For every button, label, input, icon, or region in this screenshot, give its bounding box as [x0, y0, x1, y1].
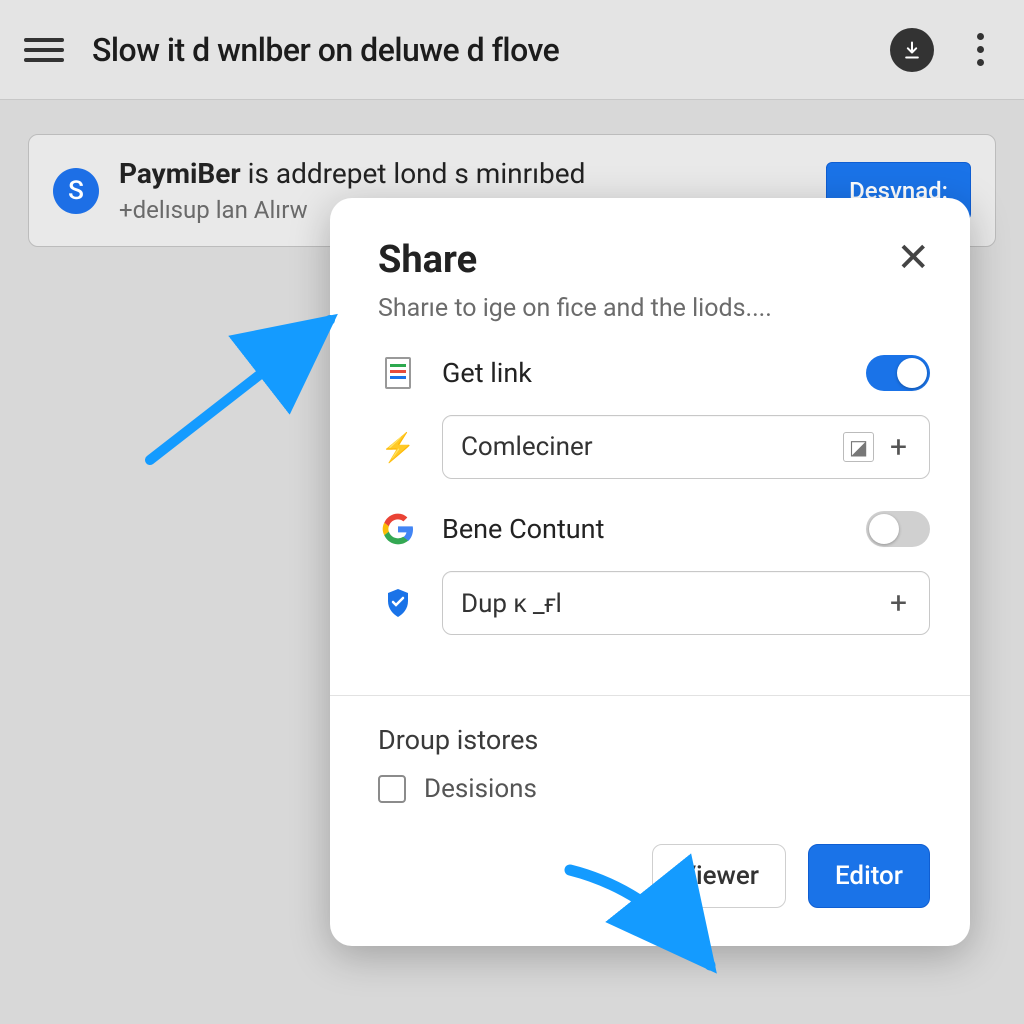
add-icon[interactable]: +: [886, 430, 911, 465]
section-label: Droup istores: [378, 724, 930, 756]
bene-row: Bene Contunt: [378, 509, 930, 549]
dialog-subtitle: Sharıe to ige on fice and the liods....: [378, 294, 930, 323]
card-line1: PaymiBer is addrepet lond s minrıbed: [119, 157, 826, 190]
share-dialog: Share ✕ Sharıe to ige on fice and the li…: [330, 198, 970, 946]
annotation-arrow-1: [130, 280, 360, 480]
recipient-row-1: ⚡ Comleciner ◪ +: [378, 415, 930, 479]
shield-icon: [378, 583, 418, 623]
recipient-row-2: Dup ᴋ _ғl +: [378, 571, 930, 635]
badge-icon: ◪: [843, 432, 874, 462]
menu-icon[interactable]: [24, 30, 64, 70]
avatar: S: [53, 168, 99, 214]
download-icon[interactable]: [890, 28, 934, 72]
bolt-icon: ⚡: [378, 427, 418, 467]
add-icon[interactable]: +: [886, 586, 911, 621]
bene-label: Bene Contunt: [442, 513, 842, 545]
editor-button[interactable]: Editor: [808, 844, 930, 908]
page-title: Slow it d wnlber on deluwe d flove: [92, 31, 890, 69]
google-icon: [378, 509, 418, 549]
kebab-menu-icon[interactable]: [960, 30, 1000, 70]
decisions-checkbox[interactable]: [378, 775, 406, 803]
recipient-input-2[interactable]: Dup ᴋ _ғl +: [442, 571, 930, 635]
recipient-input-1[interactable]: Comleciner ◪ +: [442, 415, 930, 479]
decisions-label: Desisions: [424, 774, 537, 804]
close-icon[interactable]: ✕: [896, 238, 930, 278]
appbar: Slow it d wnlber on deluwe d flove: [0, 0, 1024, 100]
get-link-toggle[interactable]: [866, 355, 930, 391]
bene-toggle[interactable]: [866, 511, 930, 547]
document-icon: [378, 353, 418, 393]
get-link-row: Get link: [378, 353, 930, 393]
get-link-label: Get link: [442, 357, 842, 389]
dialog-title: Share: [378, 238, 896, 282]
viewer-button[interactable]: Viewer: [652, 844, 786, 908]
